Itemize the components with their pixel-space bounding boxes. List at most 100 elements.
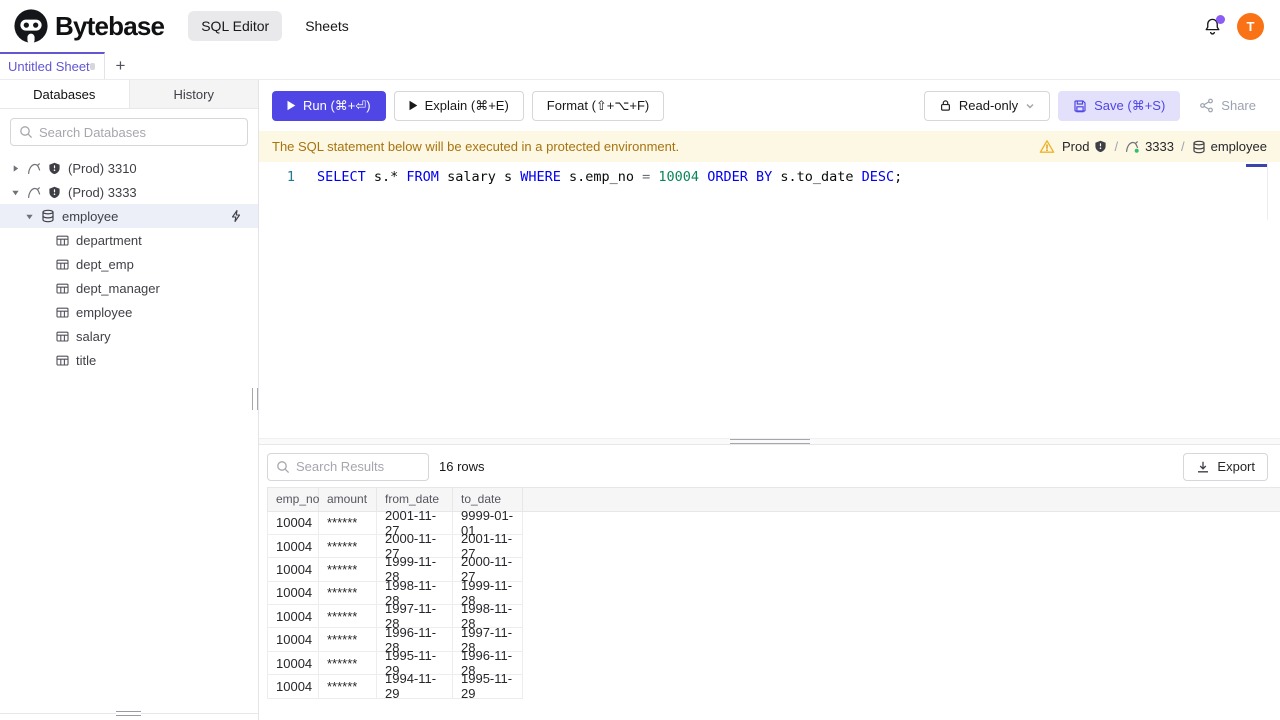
sql-token: WHERE <box>520 169 561 185</box>
protected-environment-banner: The SQL statement below will be executed… <box>259 131 1280 162</box>
mysql-icon <box>1125 139 1140 154</box>
table-cell: 10004 <box>267 651 319 676</box>
sql-token: ; <box>894 169 903 185</box>
table-icon <box>56 330 69 343</box>
table-cell: 10004 <box>267 628 319 652</box>
tab-history[interactable]: History <box>130 80 259 108</box>
table-cell: ****** <box>319 675 377 699</box>
results-table: emp_no amount from_date to_date 10004 ******… <box>267 486 1280 720</box>
shield-icon <box>1094 140 1107 153</box>
format-label: Format (⇧+⌥+F) <box>546 97 650 113</box>
tree-item-prod-3310[interactable]: (Prod) 3310 <box>0 156 258 180</box>
sheet-tab-label: Untitled Sheet <box>8 59 90 74</box>
connection-breadcrumb: Prod / 3333 / employee <box>1039 139 1267 154</box>
sql-token: s.to_date <box>772 169 862 185</box>
explain-label: Explain (⌘+E) <box>424 97 509 113</box>
results-table-body: 10004 ****** 2001-11-27 9999-01-01 10004 ****… <box>267 508 1280 701</box>
results-splitter[interactable] <box>259 437 1280 445</box>
tree-item-label: employee <box>76 304 133 320</box>
nav-sql-editor[interactable]: SQL Editor <box>188 11 283 41</box>
breadcrumb-separator: / <box>1181 139 1185 154</box>
sql-editor[interactable]: 1 SELECT s.* FROM salary s WHERE s.emp_n… <box>259 162 1280 438</box>
table-icon <box>56 306 69 319</box>
row-count: 16 rows <box>439 459 485 474</box>
sql-token: salary s <box>438 169 521 185</box>
tree-item-employee[interactable]: employee <box>0 204 258 228</box>
database-search <box>10 118 248 146</box>
save-button[interactable]: Save (⌘+S) <box>1058 90 1181 121</box>
run-label: Run (⌘+⏎) <box>303 97 371 113</box>
tree-item-label: department <box>76 232 142 248</box>
results-controls: 16 rows Export <box>259 445 1280 487</box>
tree-item-department[interactable]: department <box>0 228 258 252</box>
breadcrumb-database[interactable]: employee <box>1192 139 1267 154</box>
table-cell: 10004 <box>267 581 319 606</box>
notification-dot <box>1216 14 1225 24</box>
mysql-icon <box>27 161 41 175</box>
shield-icon <box>48 186 61 199</box>
caret-down-icon[interactable] <box>11 188 20 197</box>
lightning-icon[interactable] <box>229 209 243 223</box>
sidebar-resize-handle[interactable] <box>252 388 258 410</box>
results-search-input[interactable] <box>296 459 420 474</box>
run-button[interactable]: Run (⌘+⏎) <box>272 90 386 121</box>
tree-item-salary[interactable]: salary <box>0 324 258 348</box>
table-icon <box>56 258 69 271</box>
tree-item-employee[interactable]: employee <box>0 300 258 324</box>
unsaved-dot-icon <box>89 63 95 70</box>
breadcrumb-separator: / <box>1114 139 1119 154</box>
export-button[interactable]: Export <box>1183 452 1268 481</box>
explain-button[interactable]: Explain (⌘+E) <box>393 90 524 121</box>
tree-item-title[interactable]: title <box>0 348 258 372</box>
database-search-input[interactable] <box>39 124 239 140</box>
tab-databases[interactable]: Databases <box>0 80 130 108</box>
sheet-tabbar: Untitled Sheet + <box>0 52 1280 80</box>
column-header-filler <box>523 488 1280 511</box>
notification-bell-icon[interactable] <box>1203 14 1225 36</box>
primary-nav: SQL Editor Sheets <box>188 11 362 41</box>
tree-item-prod-3333[interactable]: (Prod) 3333 <box>0 180 258 204</box>
tree-item-dept-emp[interactable]: dept_emp <box>0 252 258 276</box>
new-sheet-button[interactable]: + <box>105 52 136 79</box>
table-icon <box>56 234 69 247</box>
sql-token: s.* <box>365 169 407 185</box>
play-icon <box>409 100 418 111</box>
avatar[interactable]: T <box>1237 12 1264 40</box>
caret-down-icon[interactable] <box>25 212 34 221</box>
database-icon <box>41 209 55 223</box>
readonly-mode-button[interactable]: Read-only <box>923 90 1051 121</box>
table-cell: 10004 <box>267 534 319 559</box>
sql-token: 10004 <box>658 169 700 185</box>
tree-item-dept-manager[interactable]: dept_manager <box>0 276 258 300</box>
shield-icon <box>48 162 61 175</box>
mysql-icon <box>27 185 41 199</box>
table-cell: 1994-11-29 <box>377 671 453 701</box>
table-cell: ****** <box>319 558 377 582</box>
splitter-handle-icon <box>729 438 810 444</box>
breadcrumb-environment[interactable]: Prod <box>1062 139 1107 154</box>
sql-token: DESC <box>861 169 895 185</box>
sql-token: s.emp_no <box>560 169 643 185</box>
caret-right-icon[interactable] <box>11 164 20 173</box>
column-header-amount[interactable]: amount <box>319 487 377 511</box>
brand-wordmark: Bytebase <box>55 10 165 41</box>
minimap[interactable] <box>1246 162 1268 220</box>
sidebar-bottom-resize-handle[interactable] <box>116 711 141 716</box>
table-cell: 10004 <box>267 558 319 582</box>
table-icon <box>56 354 69 367</box>
breadcrumb-instance[interactable]: 3333 <box>1125 139 1174 154</box>
save-label: Save (⌘+S) <box>1094 97 1166 113</box>
nav-sheets[interactable]: Sheets <box>292 11 362 41</box>
search-icon <box>19 125 33 139</box>
table-cell: ****** <box>319 581 377 606</box>
format-button[interactable]: Format (⇧+⌥+F) <box>531 90 665 121</box>
sql-token: BY <box>755 169 773 185</box>
minimap-code-line <box>1246 164 1267 167</box>
share-button[interactable]: Share <box>1188 90 1267 121</box>
line-number: 1 <box>286 169 295 185</box>
column-header-emp_no[interactable]: emp_no <box>267 487 319 511</box>
save-icon <box>1073 99 1087 113</box>
tab-untitled-sheet[interactable]: Untitled Sheet <box>0 52 105 79</box>
table-row[interactable]: 10004 ****** 1994-11-29 1995-11-29 <box>267 671 1280 701</box>
